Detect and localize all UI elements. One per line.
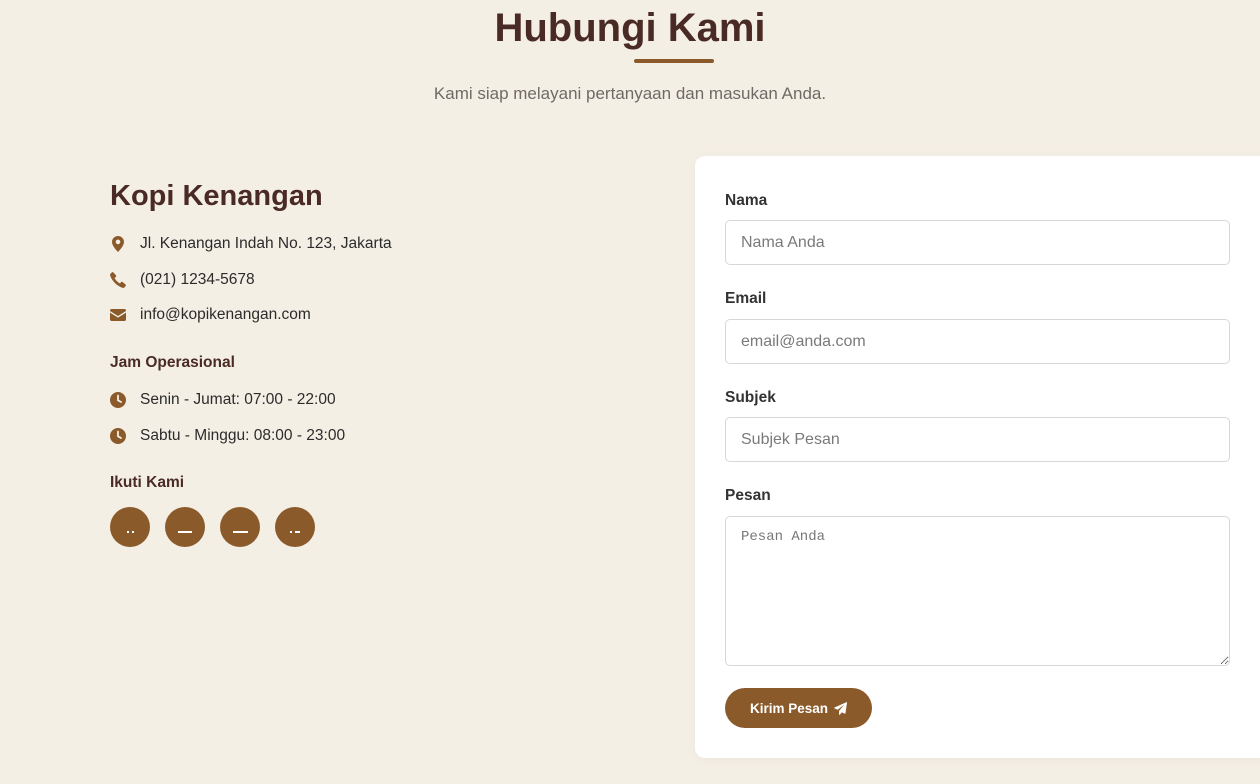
subject-label: Subjek [725, 389, 776, 406]
contact-form: Nama Email Subjek Pesan Kirim Pesan [695, 156, 1260, 758]
page-subtitle: Kami siap melayani pertanyaan dan masuka… [433, 84, 827, 103]
message-textarea[interactable] [725, 516, 1230, 666]
contact-info: Kopi Kenangan Jl. Kenangan Indah No. 123… [110, 176, 630, 547]
tiktok-icon [286, 531, 304, 533]
paper-plane-icon [834, 701, 848, 715]
twitter-icon [176, 531, 194, 533]
clock-icon [110, 392, 126, 408]
address-text: Jl. Kenangan Indah No. 123, Jakarta [140, 235, 392, 252]
name-label: Nama [725, 192, 768, 209]
message-label: Pesan [725, 487, 771, 504]
email-row: info@kopikenangan.com [110, 305, 311, 325]
envelope-icon [110, 307, 126, 323]
map-pin-icon [110, 236, 126, 252]
twitter-link[interactable] [165, 507, 205, 547]
name-input[interactable] [725, 220, 1230, 265]
facebook-link[interactable] [110, 507, 150, 547]
submit-button[interactable]: Kirim Pesan [725, 688, 872, 728]
title-underline [634, 59, 714, 63]
address-row: Jl. Kenangan Indah No. 123, Jakarta [110, 234, 392, 254]
email-input[interactable] [725, 319, 1230, 364]
page-title: Hubungi Kami [494, 6, 766, 50]
tiktok-link[interactable] [275, 507, 315, 547]
hours-heading: Jam Operasional [110, 354, 235, 371]
hours-row: Sabtu - Minggu: 08:00 - 23:00 [110, 426, 345, 446]
hours-text: Sabtu - Minggu: 08:00 - 23:00 [140, 427, 346, 444]
phone-icon [110, 272, 126, 288]
social-heading: Ikuti Kami [110, 474, 185, 491]
email-text: info@kopikenangan.com [140, 306, 311, 323]
instagram-icon [231, 531, 249, 533]
phone-text: (021) 1234-5678 [140, 271, 255, 288]
hours-text: Senin - Jumat: 07:00 - 22:00 [140, 391, 336, 408]
instagram-link[interactable] [220, 507, 260, 547]
clock-icon [110, 428, 126, 444]
brand-name: Kopi Kenangan [110, 180, 323, 212]
hours-row: Senin - Jumat: 07:00 - 22:00 [110, 390, 336, 410]
subject-input[interactable] [725, 417, 1230, 462]
facebook-icon [121, 531, 139, 533]
phone-row: (021) 1234-5678 [110, 270, 255, 290]
email-label: Email [725, 290, 767, 307]
submit-label: Kirim Pesan [749, 700, 829, 716]
social-links [110, 507, 315, 547]
